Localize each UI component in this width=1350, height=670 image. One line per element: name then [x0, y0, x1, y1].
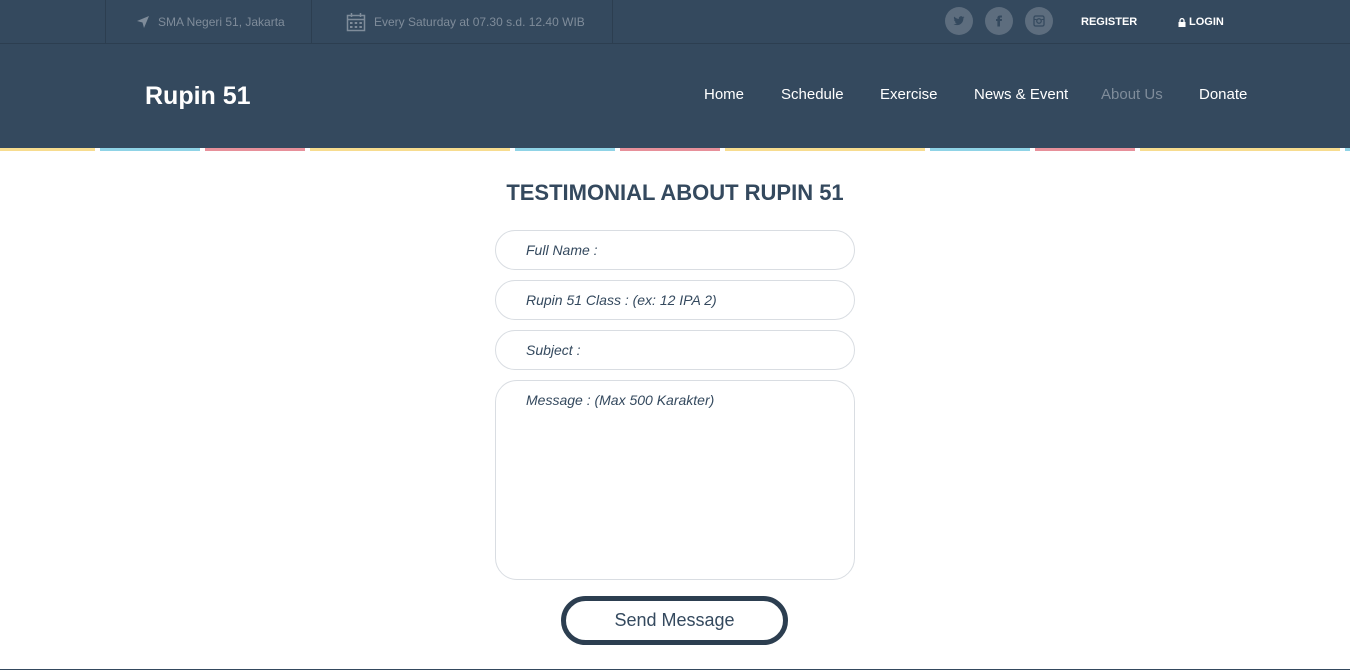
stripe-segment [0, 148, 95, 151]
schedule-info: Every Saturday at 07.30 s.d. 12.40 WIB [312, 0, 613, 44]
stripe-segment [930, 148, 1030, 151]
nav-item-news-event[interactable]: News & Event [974, 86, 1068, 103]
register-link[interactable]: REGISTER [1081, 16, 1137, 28]
stripe-segment [205, 148, 305, 151]
nav-item-home[interactable]: Home [704, 86, 744, 103]
location-text: SMA Negeri 51, Jakarta [158, 15, 285, 29]
form-title: TESTIMONIAL ABOUT RUPIN 51 [506, 180, 844, 205]
stripe-segment [1345, 148, 1350, 151]
stripe-segment [620, 148, 720, 151]
top-bar: SMA Negeri 51, Jakarta Every Saturday at… [0, 0, 1350, 44]
message-textarea[interactable] [495, 380, 855, 580]
brand-logo[interactable]: Rupin 51 [145, 82, 251, 111]
stripe-segment [100, 148, 200, 151]
facebook-icon[interactable] [985, 7, 1013, 35]
class-input[interactable] [495, 280, 855, 320]
location-info: SMA Negeri 51, Jakarta [105, 0, 312, 44]
login-link[interactable]: LOGIN [1178, 16, 1224, 28]
stripe-segment [310, 148, 510, 151]
nav-item-exercise[interactable]: Exercise [880, 86, 938, 103]
nav-item-schedule[interactable]: Schedule [781, 86, 844, 103]
login-label: LOGIN [1189, 16, 1224, 28]
stripe-segment [515, 148, 615, 151]
nav-item-donate[interactable]: Donate [1199, 86, 1247, 103]
stripe-segment [725, 148, 925, 151]
location-arrow-icon [137, 16, 149, 28]
stripe-segment [1140, 148, 1340, 151]
twitter-icon[interactable] [945, 7, 973, 35]
send-message-button[interactable]: Send Message [561, 596, 788, 645]
calendar-icon [346, 13, 366, 32]
nav-item-about-us[interactable]: About Us [1101, 86, 1163, 103]
main-navbar: Rupin 51 Home Schedule Exercise News & E… [0, 44, 1350, 148]
instagram-icon[interactable] [1025, 7, 1053, 35]
full-name-input[interactable] [495, 230, 855, 270]
subject-input[interactable] [495, 330, 855, 370]
lock-icon [1178, 17, 1186, 27]
stripe-segment [1035, 148, 1135, 151]
schedule-text: Every Saturday at 07.30 s.d. 12.40 WIB [374, 15, 585, 29]
